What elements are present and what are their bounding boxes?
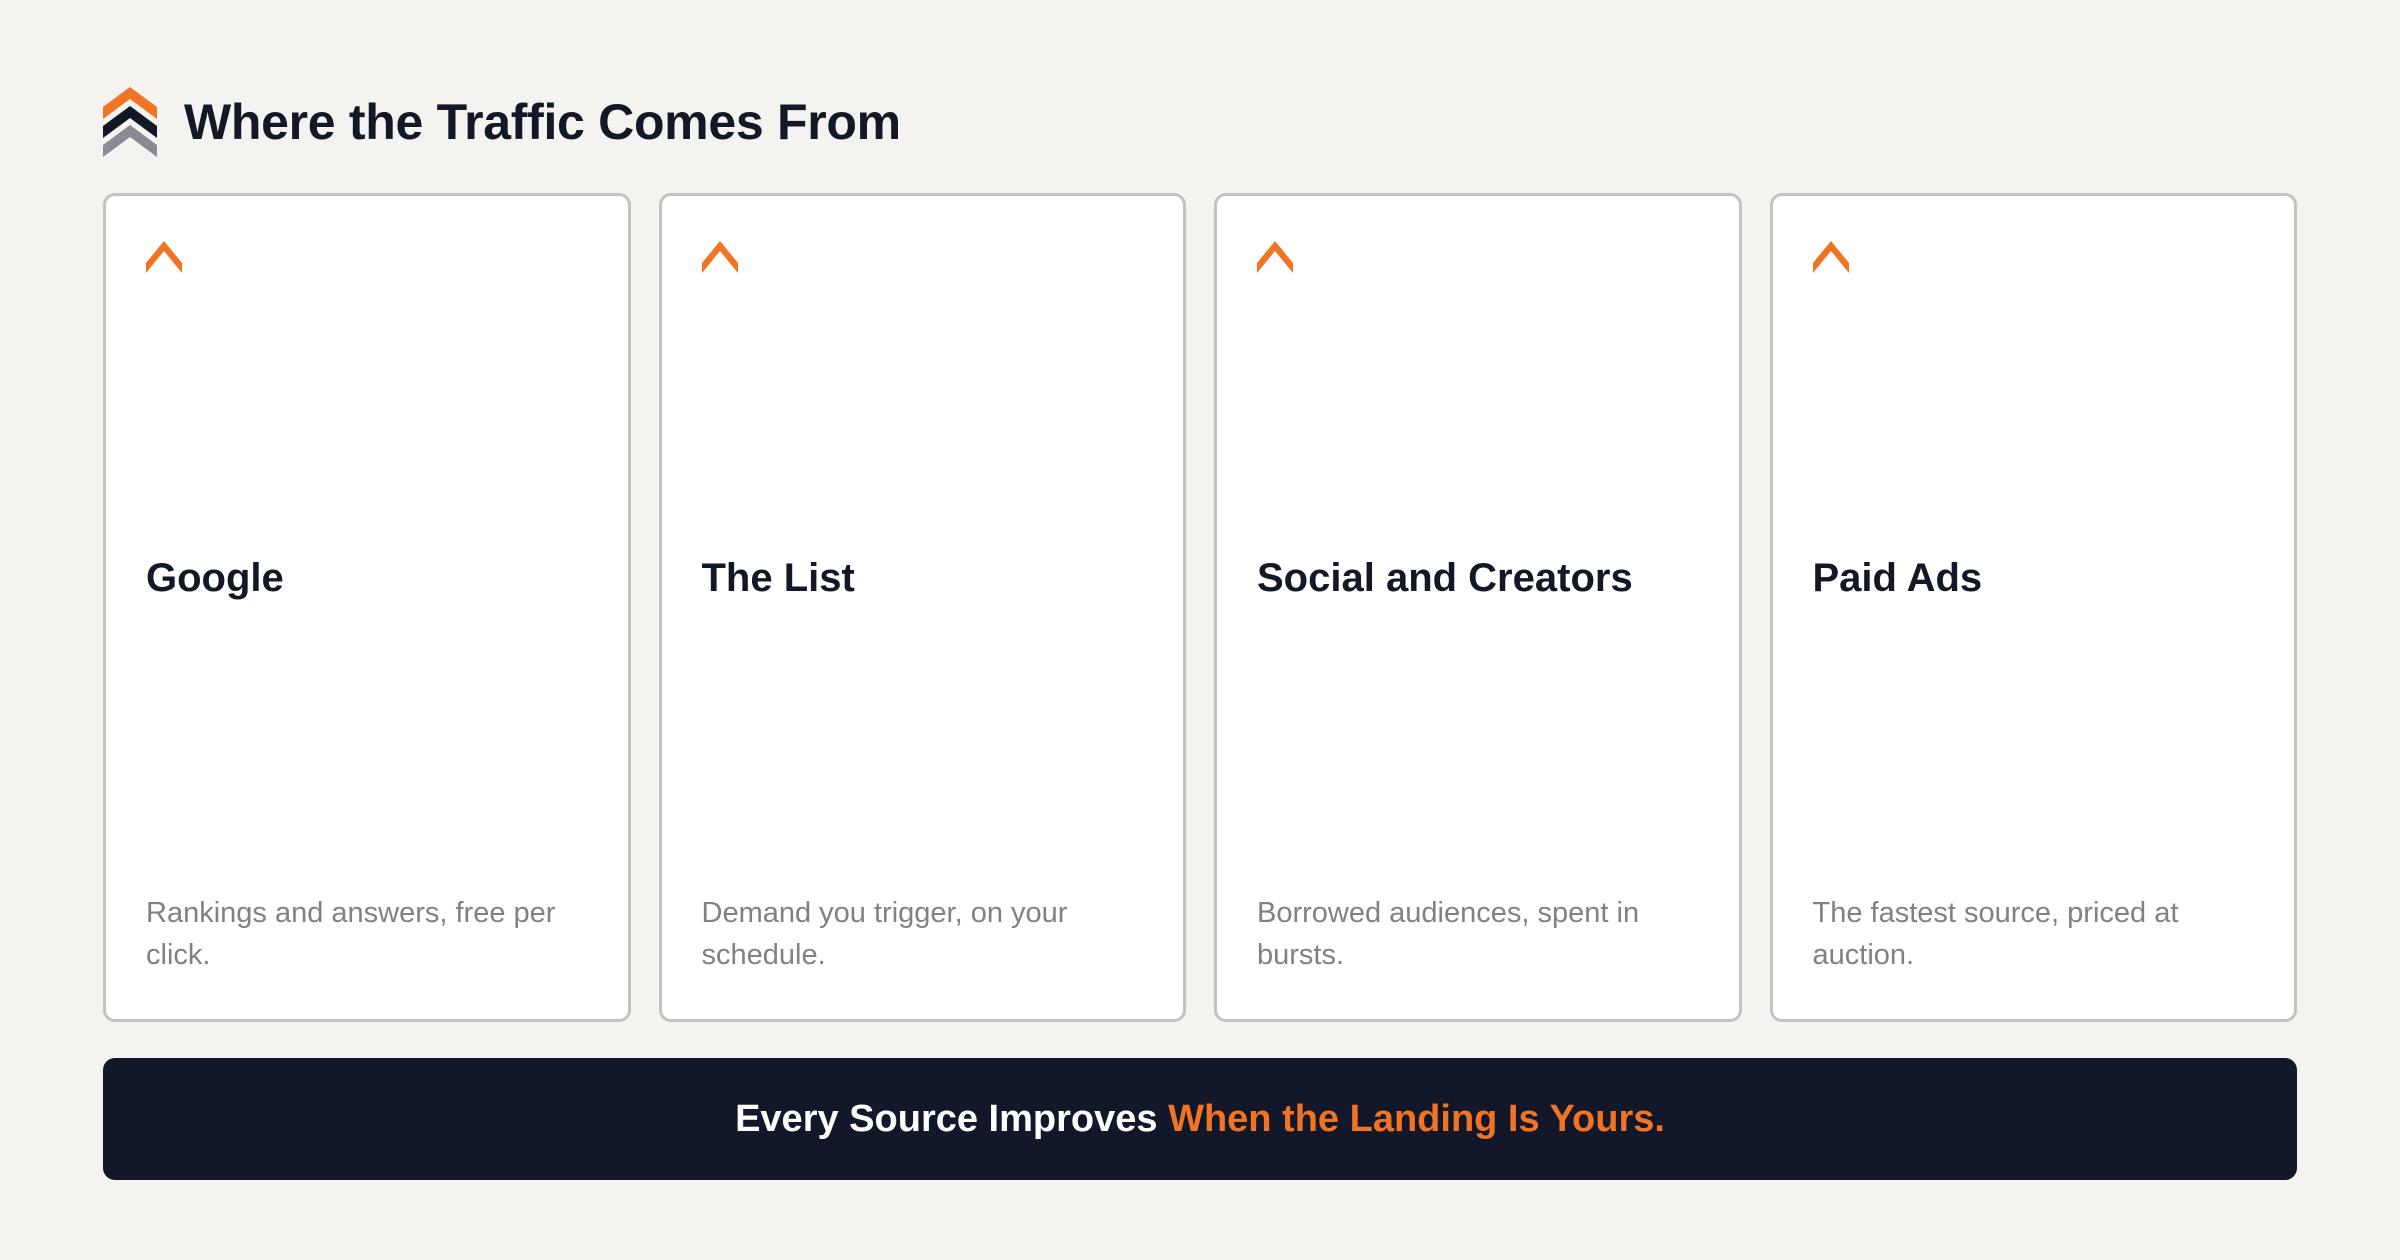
chevron-up-icon bbox=[146, 241, 182, 273]
footer-banner: Every Source Improves When the Landing I… bbox=[103, 1058, 2297, 1180]
card-google: Google Rankings and answers, free per cl… bbox=[103, 193, 631, 1022]
stacked-chevrons-icon bbox=[103, 87, 157, 157]
card-title: The List bbox=[701, 556, 855, 600]
card-title: Social and Creators bbox=[1257, 556, 1633, 600]
card-description: The fastest source, priced at auction. bbox=[1812, 897, 2179, 971]
page-title: Where the Traffic Comes From bbox=[184, 94, 901, 150]
chevron-up-icon bbox=[1257, 241, 1293, 273]
card-description: Borrowed audiences, spent in bursts. bbox=[1257, 897, 1640, 971]
chevron-up-icon bbox=[1812, 241, 1849, 273]
card-title: Paid Ads bbox=[1812, 556, 1983, 600]
banner-text-plain: Every Source Improves bbox=[735, 1097, 1158, 1140]
card-social-and-creators: Social and Creators Borrowed audiences, … bbox=[1214, 193, 1742, 1022]
card-the-list: The List Demand you trigger, on your sch… bbox=[658, 193, 1186, 1022]
card-title: Google bbox=[146, 556, 284, 600]
card-description: Demand you trigger, on your schedule. bbox=[701, 897, 1068, 971]
traffic-source-cards: Google Rankings and answers, free per cl… bbox=[103, 193, 2297, 1022]
banner-text-accent: When the Landing Is Yours. bbox=[1168, 1097, 1665, 1140]
chevron-up-icon bbox=[701, 241, 738, 273]
banner-text: Every Source Improves When the Landing I… bbox=[735, 1098, 1665, 1141]
page-header: Where the Traffic Comes From bbox=[103, 86, 901, 158]
card-description: Rankings and answers, free per click. bbox=[146, 897, 556, 971]
card-paid-ads: Paid Ads The fastest source, priced at a… bbox=[1769, 193, 2297, 1022]
